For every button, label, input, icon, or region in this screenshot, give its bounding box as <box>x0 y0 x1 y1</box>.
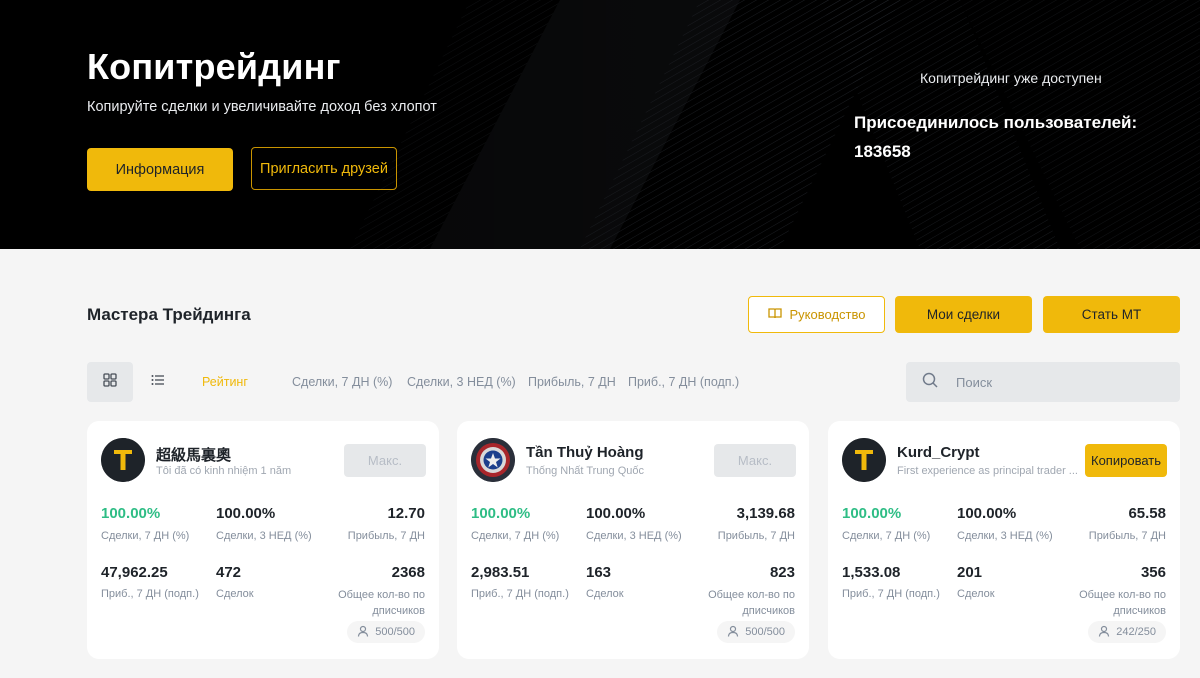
grid-view-toggle[interactable] <box>87 362 133 402</box>
trader-name[interactable]: Kurd_Crypt <box>897 444 980 461</box>
joined-label: Присоединилось пользователей: <box>854 113 1138 132</box>
trades-value: 201 <box>957 564 983 581</box>
followers-label: Общее кол-во по дписчиков <box>338 589 425 617</box>
slots-badge: 500/500 <box>717 621 795 643</box>
user-icon <box>357 625 369 640</box>
trades-value: 472 <box>216 564 242 581</box>
tab-subscriber-profit-7d[interactable]: Приб., 7 ДН (подп.) <box>628 375 739 389</box>
subscriber-profit-value: 1,533.08 <box>842 564 901 581</box>
profit-7d-value: 12.70 <box>387 505 425 522</box>
info-button[interactable]: Информация <box>87 148 233 191</box>
t-logo-icon <box>101 438 145 482</box>
win-rate-3w-value: 100.00% <box>216 505 276 522</box>
search-box[interactable] <box>906 362 1180 402</box>
book-icon <box>767 307 782 322</box>
followers-value: 356 <box>1140 564 1166 581</box>
hero-title: Копитрейдинг <box>87 46 341 87</box>
trader-description: First experience as principal trader ... <box>897 465 1078 477</box>
avatar <box>471 438 515 482</box>
search-input[interactable] <box>956 374 1156 390</box>
avatar <box>842 438 886 482</box>
subscriber-profit-label: Приб., 7 ДН (подп.) <box>101 588 199 600</box>
slots-badge: 242/250 <box>1088 621 1166 643</box>
trader-description: Tôi đã có kinh nhiệm 1 năm <box>156 465 292 477</box>
win-rate-3w-label: Сделки, 3 НЕД (%) <box>216 530 312 542</box>
guide-button-label: Руководство <box>789 307 866 322</box>
followers-value: 823 <box>769 564 795 581</box>
hero-banner: Копитрейдинг Копируйте сделки и увеличив… <box>0 0 1200 249</box>
invite-friends-button[interactable]: Пригласить друзей <box>251 147 397 190</box>
user-icon <box>727 625 739 640</box>
subscriber-profit-value: 47,962.25 <box>101 564 168 581</box>
availability-text: Копитрейдинг уже доступен <box>920 70 1102 86</box>
t-logo-icon <box>842 438 886 482</box>
win-rate-7d-label: Сделки, 7 ДН (%) <box>842 530 931 542</box>
list-view-toggle[interactable] <box>135 362 181 402</box>
max-button-disabled: Макс. <box>344 444 426 477</box>
win-rate-7d-label: Сделки, 7 ДН (%) <box>471 530 560 542</box>
win-rate-7d-value: 100.00% <box>471 505 531 522</box>
section-title: Мастера Трейдинга <box>87 305 251 324</box>
tab-win-rate-3w[interactable]: Сделки, 3 НЕД (%) <box>407 375 516 389</box>
trader-description: Thống Nhất Trung Quốc <box>526 465 645 477</box>
followers-label: Общее кол-во по дписчиков <box>708 589 795 617</box>
copy-button[interactable]: Копировать <box>1085 444 1167 477</box>
subscriber-profit-label: Приб., 7 ДН (подп.) <box>471 588 569 600</box>
joined-count: 183658 <box>854 142 911 161</box>
followers-value: 2368 <box>391 564 425 581</box>
subscriber-profit-label: Приб., 7 ДН (подп.) <box>842 588 940 600</box>
win-rate-3w-label: Сделки, 3 НЕД (%) <box>957 530 1053 542</box>
tab-profit-7d[interactable]: Прибыль, 7 ДН <box>528 375 616 389</box>
win-rate-7d-label: Сделки, 7 ДН (%) <box>101 530 190 542</box>
win-rate-3w-value: 100.00% <box>957 505 1017 522</box>
joined-users-block: Присоединилось пользователей: 183658 <box>854 108 1137 166</box>
search-icon <box>922 372 938 393</box>
slots-value: 500/500 <box>375 626 415 638</box>
win-rate-3w-value: 100.00% <box>586 505 646 522</box>
trader-card[interactable]: 超級馬裏奧 Tôi đã có kinh nhiệm 1 năm Макс. 1… <box>87 421 439 659</box>
shield-avatar-icon <box>471 438 515 482</box>
profit-7d-value: 65.58 <box>1128 505 1166 522</box>
tab-rating[interactable]: Рейтинг <box>202 375 248 389</box>
slots-value: 242/250 <box>1116 626 1156 638</box>
max-button-disabled: Макс. <box>714 444 796 477</box>
user-icon <box>1098 625 1110 640</box>
slots-value: 500/500 <box>745 626 785 638</box>
profit-7d-label: Прибыль, 7 ДН <box>1088 530 1166 542</box>
win-rate-7d-value: 100.00% <box>842 505 902 522</box>
subscriber-profit-value: 2,983.51 <box>471 564 530 581</box>
become-master-trader-button[interactable]: Стать МТ <box>1043 296 1180 333</box>
slots-badge: 500/500 <box>347 621 425 643</box>
trades-value: 163 <box>586 564 612 581</box>
followers-label: Общее кол-во по дписчиков <box>1079 589 1166 617</box>
win-rate-7d-value: 100.00% <box>101 505 161 522</box>
profit-7d-label: Прибыль, 7 ДН <box>717 530 795 542</box>
list-view-icon <box>151 373 165 391</box>
trades-label: Сделок <box>216 588 254 600</box>
grid-view-icon <box>103 372 117 392</box>
trader-card[interactable]: Tần Thuỷ Hoàng Thống Nhất Trung Quốc Мак… <box>457 421 809 659</box>
tab-win-rate-7d[interactable]: Сделки, 7 ДН (%) <box>292 375 392 389</box>
trades-label: Сделок <box>586 588 624 600</box>
trades-label: Сделок <box>957 588 995 600</box>
avatar <box>101 438 145 482</box>
my-trades-button[interactable]: Мои сделки <box>895 296 1032 333</box>
win-rate-3w-label: Сделки, 3 НЕД (%) <box>586 530 682 542</box>
trader-name[interactable]: Tần Thuỷ Hoàng <box>526 444 644 461</box>
trader-card[interactable]: Kurd_Crypt First experience as principal… <box>828 421 1180 659</box>
profit-7d-label: Прибыль, 7 ДН <box>347 530 425 542</box>
guide-button[interactable]: Руководство <box>748 296 885 333</box>
hero-subtitle: Копируйте сделки и увеличивайте доход бе… <box>87 99 437 115</box>
trader-name[interactable]: 超級馬裏奧 <box>156 444 231 465</box>
profit-7d-value: 3,139.68 <box>736 505 795 522</box>
